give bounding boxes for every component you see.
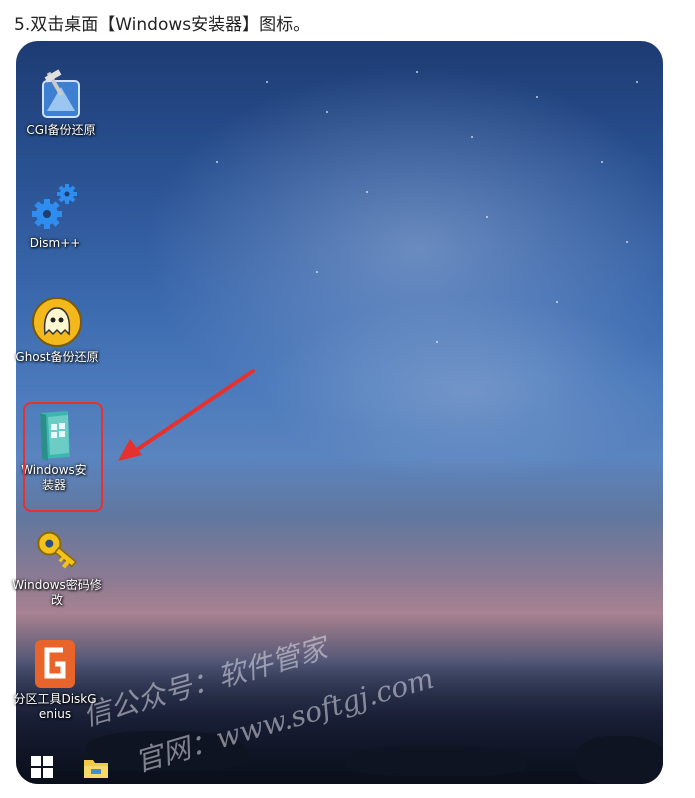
desktop-icon-cgi[interactable]: CGI备份还原 [16,67,106,138]
red-arrow-icon [118,369,255,461]
diskgenius-icon [27,636,83,692]
key-icon [29,522,85,578]
desktop-icon-dism[interactable]: Dism++ [10,180,100,251]
ghost-icon [29,294,85,350]
cgi-backup-icon [33,67,89,123]
step-caption: 5.双击桌面【Windows安装器】图标。 [14,15,311,35]
desktop-icon-password[interactable]: Windows密码修改 [12,522,102,608]
icon-label: Windows密码修改 [12,578,102,607]
desktop-icon-ghost[interactable]: Ghost备份还原 [12,294,102,365]
gears-icon [27,180,83,236]
icon-label: Dism++ [29,236,81,250]
shore-rock [576,736,663,784]
highlight-box [23,402,103,512]
icon-label: Ghost备份还原 [15,350,99,364]
windows-start-icon[interactable] [30,755,54,779]
icon-label: CGI备份还原 [26,123,96,137]
file-explorer-icon[interactable] [83,755,109,779]
shore-rock [346,746,526,776]
